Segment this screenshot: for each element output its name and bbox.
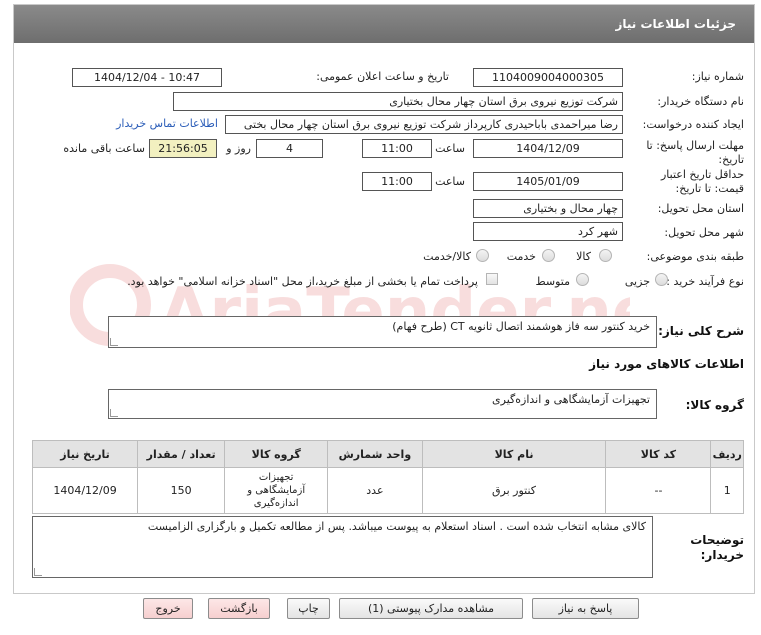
resize-grip-icon [110,338,118,346]
validity-label: حداقل تاریخ اعتبار قیمت: تا تاریخ: [660,168,744,195]
announce-label: تاریخ و ساعت اعلان عمومی: [316,70,449,83]
validity-time-field: 11:00 [362,172,432,191]
exit-button[interactable]: خروج [143,598,193,619]
summary-text: خرید کنتور سه فاز هوشمند اتصال ثانویه CT… [392,320,650,333]
cell-date: 1404/12/09 [31,467,139,514]
cell-row: 1 [710,467,744,514]
resize-grip-icon [34,568,42,576]
title-bar: جزئیات اطلاعات نیاز [14,5,754,43]
category-option-goods: کالا [576,250,591,263]
province-field: چهار محال و بختیاری [473,199,623,218]
province-label: استان محل تحویل: [657,202,744,215]
table-header-row: ردیف کد کالا نام کالا واحد شمارش گروه کا… [31,440,744,468]
buyer-notes-text: کالای مشابه انتخاب شده است . اسناد استعل… [147,520,646,533]
category-option-service: خدمت [506,250,536,263]
category-option-goods-service: کالا/خدمت [423,250,471,263]
col-header-row: ردیف [710,440,744,468]
contact-buyer-link[interactable]: اطلاعات تماس خریدار [116,117,218,130]
city-field: شهر کرد [473,222,623,241]
city-label: شهر محل تحویل: [664,226,744,239]
remaining-label: ساعت باقی مانده [63,142,145,155]
cell-qty: 150 [137,467,226,514]
need-number-field: 1104009004000305 [473,68,623,87]
goods-group-label: گروه کالا: [685,398,744,412]
category-radio-goods[interactable] [599,249,612,262]
resize-grip-icon [110,409,118,417]
treasury-checkbox[interactable] [486,273,498,285]
cell-group: تجهیزات آزمایشگاهی و اندازه‌گیری [224,467,329,514]
category-radio-goods-service[interactable] [476,249,489,262]
summary-label: شرح کلی نیاز: [658,324,744,338]
goods-info-title: اطلاعات کالاهای مورد نیاز [589,357,744,371]
validity-time-label: ساعت [435,175,465,188]
view-attachments-button[interactable]: مشاهده مدارک پیوستی (1) [339,598,523,619]
purchase-option-medium: متوسط [535,275,570,288]
col-header-code: کد کالا [605,440,712,468]
payment-note: پرداخت تمام یا بخشی از مبلغ خرید،از محل … [127,275,478,288]
purchase-option-partial: جزیی [624,275,650,288]
col-header-unit: واحد شمارش [327,440,423,468]
cell-code: -- [605,467,712,514]
cell-name: کنتور برق [421,467,607,514]
items-table: ردیف کد کالا نام کالا واحد شمارش گروه کا… [31,440,744,514]
col-header-date: تاریخ نیاز [31,440,139,468]
creator-label: ایجاد کننده درخواست: [642,118,744,131]
reply-button[interactable]: پاسخ به نیاز [532,598,639,619]
goods-group-text: تجهیزات آزمایشگاهی و اندازه‌گیری [492,393,650,406]
back-button[interactable]: بازگشت [208,598,270,619]
remaining-time-field: 21:56:05 [149,139,217,158]
deadline-date-field: 1404/12/09 [473,139,623,158]
buyer-notes-label: توضیحات خریدار: [690,533,744,562]
page-title: جزئیات اطلاعات نیاز [615,17,736,31]
print-button[interactable]: چاپ [287,598,330,619]
purchase-type-label: نوع فرآیند خرید : [666,275,744,288]
col-header-group: گروه کالا [224,440,329,468]
category-label: طبقه بندی موضوعی: [646,250,744,263]
purchase-radio-medium[interactable] [576,273,589,286]
deadline-time-field: 11:00 [362,139,432,158]
buyer-notes-textarea: کالای مشابه انتخاب شده است . اسناد استعل… [32,516,653,578]
days-label: روز و [226,142,251,155]
days-field: 4 [256,139,323,158]
need-number-label: شماره نیاز: [691,70,744,83]
cell-unit: عدد [327,467,423,514]
announce-field: 1404/12/04 - 10:47 [72,68,222,87]
buyer-org-field: شرکت توزیع نیروی برق استان چهار محال بخت… [173,92,623,111]
validity-date-field: 1405/01/09 [473,172,623,191]
purchase-radio-partial[interactable] [655,273,668,286]
deadline-time-label: ساعت [435,142,465,155]
summary-textarea: خرید کنتور سه فاز هوشمند اتصال ثانویه CT… [108,316,657,348]
creator-field: رضا میراحمدی باباحیدری کارپرداز شرکت توز… [225,115,623,134]
category-radio-service[interactable] [542,249,555,262]
table-row: 1 -- کنتور برق عدد تجهیزات آزمایشگاهی و … [31,467,744,514]
col-header-qty: تعداد / مقدار [137,440,226,468]
buyer-org-label: نام دستگاه خریدار: [657,95,744,108]
col-header-name: نام کالا [421,440,607,468]
deadline-label: مهلت ارسال پاسخ: تا تاریخ: [646,139,744,166]
goods-group-textarea: تجهیزات آزمایشگاهی و اندازه‌گیری [108,389,657,419]
